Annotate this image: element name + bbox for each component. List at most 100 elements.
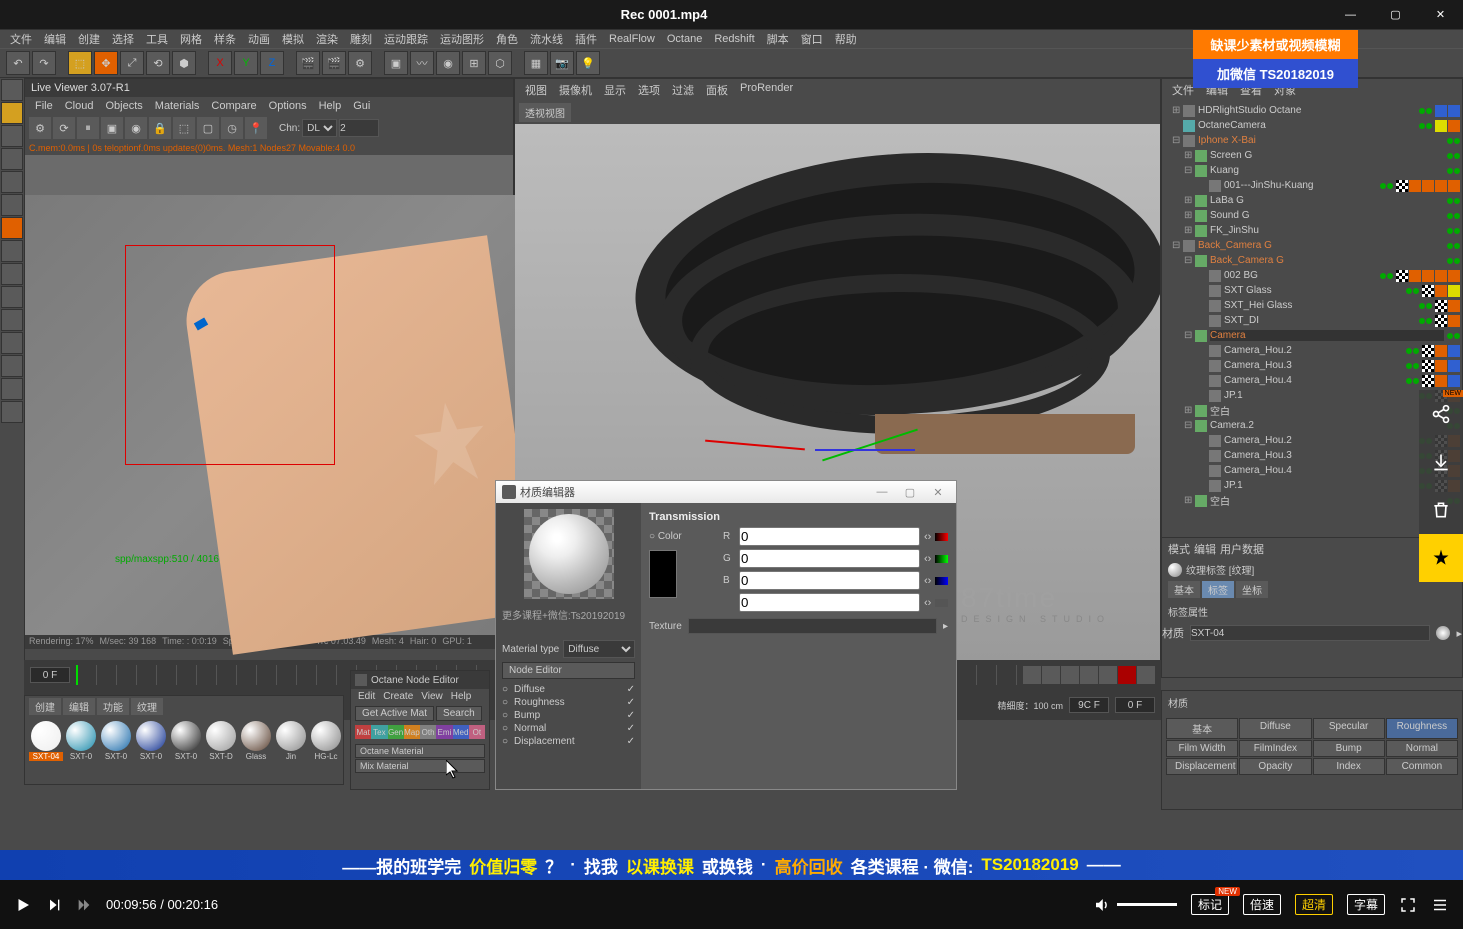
tree-row[interactable]: Camera_Hou.3 (1164, 448, 1460, 463)
material-thumb[interactable]: SXT-0 (99, 721, 133, 761)
color-swatch[interactable] (649, 550, 677, 598)
render-pv-button[interactable]: 🎬 (322, 51, 346, 75)
tool-13[interactable] (1, 355, 23, 377)
move-tool[interactable]: ✥ (94, 51, 118, 75)
menu-流水线[interactable]: 流水线 (526, 31, 567, 47)
tool-15[interactable] (1, 401, 23, 423)
play-button[interactable] (14, 896, 32, 914)
undo-button[interactable]: ↶ (6, 51, 30, 75)
nurbs-button[interactable]: ◉ (436, 51, 460, 75)
tool-8[interactable] (1, 240, 23, 262)
tool-5[interactable]: ⬢ (172, 51, 196, 75)
mat-maximize[interactable]: ▢ (898, 486, 922, 499)
render-region-box[interactable] (125, 245, 335, 465)
material-thumb[interactable]: HG-Lc (309, 721, 343, 761)
cube-primitive[interactable]: ▣ (384, 51, 408, 75)
tree-row[interactable]: ⊟Kuang (1164, 163, 1460, 178)
tl-prev[interactable] (1042, 666, 1060, 684)
b-slider[interactable] (935, 577, 948, 585)
tool-12[interactable] (1, 332, 23, 354)
tree-row[interactable]: SXT_DI (1164, 313, 1460, 328)
tree-row[interactable]: ⊟Back_Camera G (1164, 238, 1460, 253)
menu-选择[interactable]: 选择 (108, 31, 138, 47)
menu-创建[interactable]: 创建 (74, 31, 104, 47)
fullscreen-button[interactable] (1399, 896, 1417, 914)
tool-11[interactable] (1, 309, 23, 331)
object-tree[interactable]: ⊞HDRlightStudio OctaneOctaneCamera⊟Iphon… (1162, 101, 1462, 537)
menu-RealFlow[interactable]: RealFlow (605, 33, 659, 45)
mat-minimize[interactable]: — (870, 486, 894, 498)
material-thumb[interactable]: Glass (239, 721, 273, 761)
bookmark-icon[interactable] (1419, 534, 1463, 582)
point-mode[interactable] (1, 148, 23, 170)
material-thumb[interactable]: SXT-0 (169, 721, 203, 761)
material-preview-icon[interactable] (1436, 626, 1450, 640)
material-name-input[interactable] (1190, 625, 1430, 641)
share-icon[interactable] (1419, 390, 1463, 438)
material-editor-titlebar[interactable]: 材质编辑器 — ▢ ✕ (496, 481, 956, 503)
texture-arrow-icon[interactable]: ▸ (943, 621, 948, 632)
pick-icon[interactable]: ⬚ (173, 117, 195, 139)
volume-control[interactable] (1093, 896, 1177, 914)
material-preview-ball[interactable] (529, 514, 609, 594)
light-button[interactable]: 💡 (576, 51, 600, 75)
menu-文件[interactable]: 文件 (6, 31, 36, 47)
refresh-icon[interactable]: ⟳ (53, 117, 75, 139)
axis-y[interactable]: Y (234, 51, 258, 75)
playlist-button[interactable] (1431, 896, 1449, 914)
quality-button[interactable]: 超清 (1295, 894, 1333, 915)
mark-button[interactable]: 标记NEW (1191, 894, 1229, 915)
redo-button[interactable]: ↷ (32, 51, 56, 75)
menu-编辑[interactable]: 编辑 (40, 31, 70, 47)
tool-9[interactable] (1, 263, 23, 285)
tl-last[interactable] (1099, 666, 1117, 684)
menu-脚本[interactable]: 脚本 (763, 31, 793, 47)
material-thumb[interactable]: SXT-0 (134, 721, 168, 761)
next-button[interactable] (46, 897, 62, 913)
tree-row[interactable]: ⊞Screen G (1164, 148, 1460, 163)
menu-运动图形[interactable]: 运动图形 (436, 31, 488, 47)
color-r-input[interactable] (739, 527, 920, 546)
render-button[interactable]: 🎬 (296, 51, 320, 75)
material-type-select[interactable]: Diffuse (563, 640, 635, 658)
lock-icon[interactable]: 🔒 (149, 117, 171, 139)
snap-toggle[interactable] (1, 286, 23, 308)
tl-key[interactable] (1137, 666, 1155, 684)
polygon-mode[interactable] (1, 194, 23, 216)
menu-窗口[interactable]: 窗口 (797, 31, 827, 47)
menu-网格[interactable]: 网格 (176, 31, 206, 47)
material-thumb[interactable]: SXT-0 (64, 721, 98, 761)
minimize-button[interactable]: — (1328, 0, 1373, 30)
tree-row[interactable]: Camera_Hou.3 (1164, 358, 1460, 373)
array-button[interactable]: ⊞ (462, 51, 486, 75)
color-b-input[interactable] (739, 571, 920, 590)
tree-row[interactable]: Camera_Hou.4 (1164, 373, 1460, 388)
mat-close[interactable]: ✕ (926, 486, 950, 499)
tl-first[interactable] (1023, 666, 1041, 684)
workplane-mode[interactable] (1, 125, 23, 147)
move-gizmo[interactable] (815, 444, 816, 445)
tree-row[interactable]: ⊟Iphone X-Bai (1164, 133, 1460, 148)
menu-渲染[interactable]: 渲染 (312, 31, 342, 47)
region-icon[interactable]: ▣ (101, 117, 123, 139)
material-thumb[interactable]: SXT-04 (29, 721, 63, 761)
subtitle-button[interactable]: 字幕 (1347, 894, 1385, 915)
menu-模拟[interactable]: 模拟 (278, 31, 308, 47)
tree-row[interactable]: 002 BG (1164, 268, 1460, 283)
texture-mode[interactable] (1, 102, 23, 124)
get-active-mat-button[interactable]: Get Active Mat (355, 706, 434, 721)
channel-number[interactable] (339, 119, 379, 137)
frame-start[interactable] (30, 667, 70, 683)
mix-slider[interactable] (935, 599, 948, 607)
trash-icon[interactable] (1419, 486, 1463, 534)
tl-rec[interactable] (1118, 666, 1136, 684)
menu-样条[interactable]: 样条 (210, 31, 240, 47)
live-render-view[interactable]: spp/maxspp:510 / 4016 (25, 155, 513, 635)
axis-mode[interactable] (1, 217, 23, 239)
focus-icon[interactable]: ◉ (125, 117, 147, 139)
rotate-tool[interactable]: ⟲ (146, 51, 170, 75)
tree-row[interactable]: ⊟Camera.2 (1164, 418, 1460, 433)
channel-select[interactable]: DL (302, 119, 337, 137)
material-link-icon[interactable]: ▸ (1456, 627, 1462, 640)
tree-row[interactable]: ⊞空白 (1164, 493, 1460, 508)
